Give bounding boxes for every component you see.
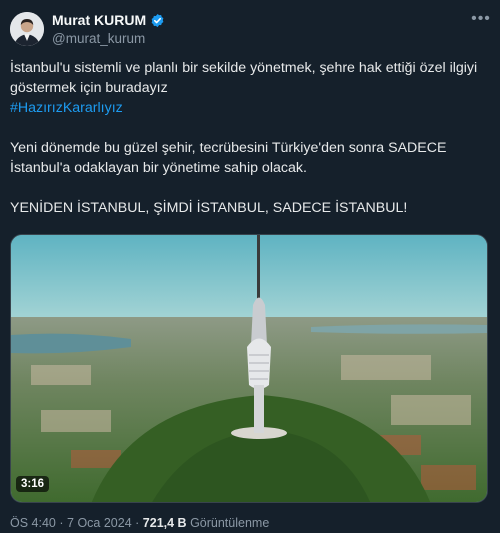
author-handle[interactable]: @murat_kurum xyxy=(52,31,432,46)
tweet-header: Murat KURUM @murat_kurum xyxy=(52,11,432,46)
author-name[interactable]: Murat KURUM xyxy=(52,12,146,28)
more-options-icon[interactable]: ••• xyxy=(470,11,492,30)
tweet-time[interactable]: ÖS 4:40 xyxy=(10,516,56,530)
tweet-date[interactable]: 7 Oca 2024 xyxy=(67,516,132,530)
video-player[interactable] xyxy=(10,234,488,503)
tweet-card: Murat KURUM @murat_kurum ••• İstanbul'u … xyxy=(0,0,500,533)
tweet-text: İstanbul'u sistemli ve planlı bir sekild… xyxy=(10,58,492,218)
tweet-meta: ÖS 4:40 · 7 Oca 2024 · 721,4 B Görüntüle… xyxy=(10,516,269,530)
meta-separator: · xyxy=(135,516,140,530)
verified-badge-icon xyxy=(150,13,165,28)
tweet-paragraph-1: İstanbul'u sistemli ve planlı bir sekild… xyxy=(10,60,478,96)
hashtag-link[interactable]: #HazırızKararlıyız xyxy=(10,100,123,116)
video-duration: 3:16 xyxy=(16,476,50,492)
views-label: Görüntülenme xyxy=(190,516,270,530)
view-count: 721,4 B xyxy=(142,516,187,530)
avatar[interactable] xyxy=(10,12,44,46)
meta-separator: · xyxy=(59,516,64,530)
tweet-paragraph-3: YENİDEN İSTANBUL, ŞİMDİ İSTANBUL, SADECE… xyxy=(10,200,408,216)
tweet-paragraph-2: Yeni dönemde bu güzel şehir, tecrübesini… xyxy=(10,140,447,176)
